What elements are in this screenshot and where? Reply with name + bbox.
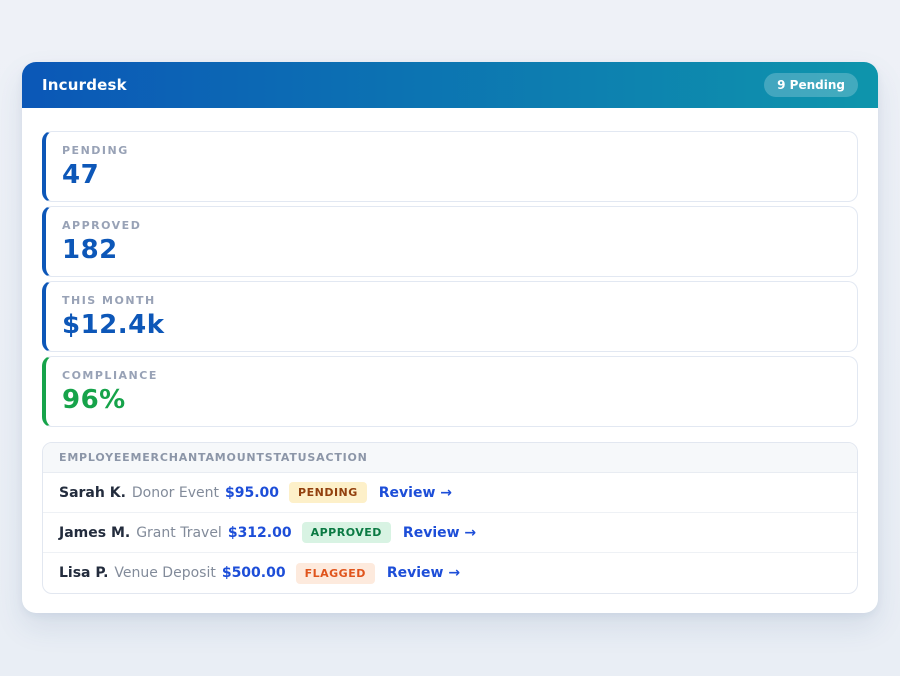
- stats-list: PENDING 47 APPROVED 182 THIS MONTH $12.4…: [42, 131, 858, 427]
- employee-name: James M.: [59, 525, 130, 541]
- expense-dashboard-card: Incurdesk 9 Pending PENDING 47 APPROVED …: [22, 62, 878, 613]
- amount-value: $312.00: [228, 525, 292, 541]
- stat-label: COMPLIANCE: [62, 369, 841, 382]
- table-body: Sarah K. Donor Event $95.00 PENDING Revi…: [43, 473, 857, 593]
- amount-value: $500.00: [222, 565, 286, 581]
- employee-name: Lisa P.: [59, 565, 108, 581]
- status-badge: PENDING: [289, 482, 367, 503]
- stat-value: 182: [62, 235, 841, 265]
- column-header-employee: EMPLOYEE: [59, 451, 131, 464]
- employee-name: Sarah K.: [59, 485, 126, 501]
- stat-card-compliance: COMPLIANCE 96%: [42, 356, 858, 427]
- app-title: Incurdesk: [42, 76, 127, 94]
- table-row: Lisa P. Venue Deposit $500.00 FLAGGED Re…: [43, 553, 857, 593]
- column-header-amount: AMOUNT: [205, 451, 264, 464]
- stat-card-approved: APPROVED 182: [42, 206, 858, 277]
- column-header-action: ACTION: [316, 451, 368, 464]
- table-row: James M. Grant Travel $312.00 APPROVED R…: [43, 513, 857, 553]
- review-link[interactable]: Review →: [379, 485, 452, 501]
- status-badge: APPROVED: [302, 522, 391, 543]
- stat-label: PENDING: [62, 144, 841, 157]
- stat-label: THIS MONTH: [62, 294, 841, 307]
- stat-label: APPROVED: [62, 219, 841, 232]
- card-body: PENDING 47 APPROVED 182 THIS MONTH $12.4…: [22, 108, 878, 613]
- merchant-name: Venue Deposit: [114, 565, 215, 581]
- stat-value: $12.4k: [62, 310, 841, 340]
- table-header-row: EMPLOYEEMERCHANTAMOUNTSTATUSACTION: [43, 443, 857, 473]
- stat-card-pending: PENDING 47: [42, 131, 858, 202]
- expense-table: EMPLOYEEMERCHANTAMOUNTSTATUSACTION Sarah…: [42, 442, 858, 594]
- table-row: Sarah K. Donor Event $95.00 PENDING Revi…: [43, 473, 857, 513]
- pending-count-badge: 9 Pending: [764, 73, 858, 97]
- merchant-name: Donor Event: [132, 485, 219, 501]
- stat-value: 96%: [62, 385, 841, 415]
- column-header-merchant: MERCHANT: [131, 451, 206, 464]
- column-header-status: STATUS: [265, 451, 316, 464]
- amount-value: $95.00: [225, 485, 279, 501]
- review-link[interactable]: Review →: [403, 525, 476, 541]
- merchant-name: Grant Travel: [136, 525, 222, 541]
- stat-value: 47: [62, 160, 841, 190]
- app-header: Incurdesk 9 Pending: [22, 62, 878, 108]
- review-link[interactable]: Review →: [387, 565, 460, 581]
- stat-card-this-month: THIS MONTH $12.4k: [42, 281, 858, 352]
- status-badge: FLAGGED: [296, 563, 375, 584]
